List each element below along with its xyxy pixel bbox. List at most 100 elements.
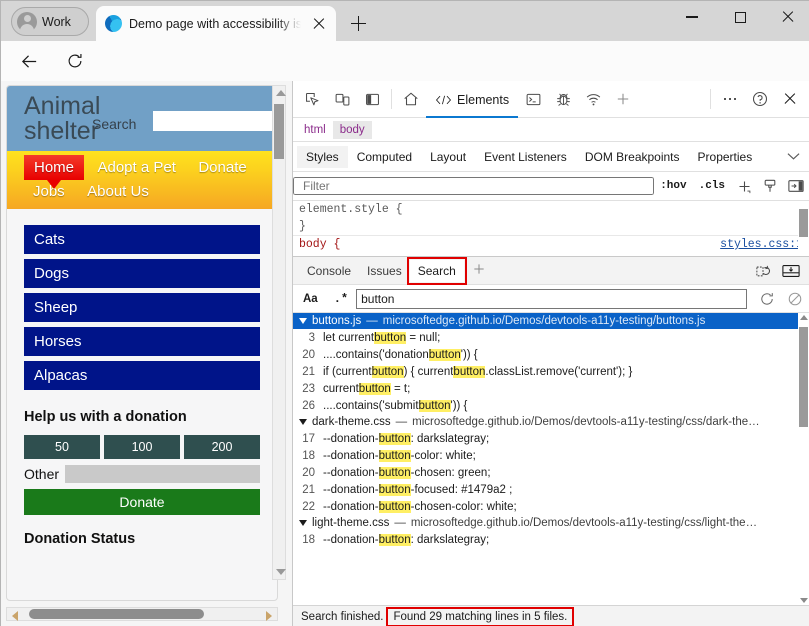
donation-amount-200[interactable]: 200: [184, 435, 260, 459]
device-emulation-button[interactable]: [327, 85, 357, 113]
tab-computed[interactable]: Computed: [348, 146, 421, 168]
breadcrumb-body[interactable]: body: [333, 121, 372, 139]
chevron-down-icon[interactable]: [787, 150, 809, 164]
close-drawer-button[interactable]: [777, 260, 805, 282]
scroll-up-arrow-icon[interactable]: [276, 90, 286, 96]
page-horizontal-scrollbar[interactable]: [6, 607, 278, 621]
drawer-settings-button[interactable]: [749, 260, 777, 282]
search-result-line[interactable]: 17--donation-button: darkslategray;: [293, 430, 809, 447]
search-result-group-header[interactable]: light-theme.css—microsoftedge.github.io/…: [293, 515, 809, 531]
page-horizontal-scrollbar-thumb[interactable]: [29, 609, 204, 619]
drawer-tab-issues[interactable]: Issues: [359, 260, 410, 282]
window-close-button[interactable]: [765, 1, 809, 33]
profile-work-button[interactable]: Work: [11, 7, 89, 36]
drawer-tab-console[interactable]: Console: [299, 260, 359, 282]
search-result-line[interactable]: 23currentbutton = t;: [293, 380, 809, 397]
breadcrumb-html[interactable]: html: [297, 121, 333, 139]
styles-scrollbar[interactable]: [798, 201, 809, 256]
site-nav-donate[interactable]: Donate: [189, 156, 255, 179]
styles-filter-input[interactable]: [293, 177, 654, 195]
tab-debugger-button[interactable]: [548, 85, 578, 113]
caret-down-icon[interactable]: [299, 318, 307, 324]
search-result-line[interactable]: 22--donation-button-chosen-color: white;: [293, 498, 809, 515]
scroll-left-arrow-icon[interactable]: [12, 611, 18, 621]
devtools-close-button[interactable]: [775, 85, 805, 113]
drawer-add-tab-button[interactable]: [464, 258, 494, 283]
scroll-down-arrow-icon[interactable]: [800, 598, 808, 603]
site-search-input[interactable]: [153, 111, 278, 131]
search-results-list[interactable]: buttons.js—microsoftedge.github.io/Demos…: [293, 313, 809, 605]
add-panel-button[interactable]: [608, 85, 638, 113]
search-result-line[interactable]: 21--donation-button-focused: #1479a2 ;: [293, 481, 809, 498]
scroll-down-arrow-icon[interactable]: [276, 569, 286, 575]
search-refresh-button[interactable]: [753, 288, 781, 310]
tab-console-icon-button[interactable]: [518, 85, 548, 113]
match-case-button[interactable]: Aa: [293, 293, 326, 305]
animal-button-horses[interactable]: Horses: [24, 327, 260, 356]
site-nav-home[interactable]: Home: [24, 155, 84, 180]
donation-other-label: Other: [24, 466, 59, 482]
results-scrollbar[interactable]: [798, 313, 809, 605]
site-title: Animal shelter: [24, 94, 102, 144]
new-style-rule-button[interactable]: [731, 174, 757, 198]
caret-down-icon[interactable]: [299, 520, 307, 526]
computed-styles-toggle-button[interactable]: [757, 174, 783, 198]
search-result-line[interactable]: 21if (currentbutton) { currentbutton.cla…: [293, 363, 809, 380]
search-result-line[interactable]: 26....contains('submitbutton')) {: [293, 397, 809, 414]
donation-amount-50[interactable]: 50: [24, 435, 100, 459]
site-nav-about[interactable]: About Us: [78, 180, 158, 203]
dock-side-button[interactable]: [357, 85, 387, 113]
new-tab-button[interactable]: [344, 10, 372, 36]
tab-elements[interactable]: Elements: [426, 84, 518, 118]
devtools-home-button[interactable]: [396, 85, 426, 113]
window-maximize-button[interactable]: [717, 1, 763, 33]
donation-amount-100[interactable]: 100: [104, 435, 180, 459]
tab-event-listeners[interactable]: Event Listeners: [475, 146, 576, 168]
search-result-group-header[interactable]: dark-theme.css—microsoftedge.github.io/D…: [293, 414, 809, 430]
animal-button-sheep[interactable]: Sheep: [24, 293, 260, 322]
page-vertical-scrollbar-thumb[interactable]: [274, 104, 284, 159]
scroll-up-arrow-icon[interactable]: [800, 315, 808, 320]
dock-side-icon: [364, 91, 381, 108]
tab-dom-breakpoints[interactable]: DOM Breakpoints: [576, 146, 689, 168]
hover-state-button[interactable]: :hov: [654, 180, 692, 192]
search-result-line[interactable]: 20....contains('donationbutton')) {: [293, 346, 809, 363]
caret-down-icon[interactable]: [299, 419, 307, 425]
search-result-line[interactable]: 18--donation-button-color: white;: [293, 447, 809, 464]
search-result-line[interactable]: 20--donation-button-chosen: green;: [293, 464, 809, 481]
page-vertical-scrollbar[interactable]: [272, 85, 286, 580]
donate-button[interactable]: Donate: [24, 489, 260, 515]
reload-button[interactable]: [60, 47, 90, 75]
animal-button-dogs[interactable]: Dogs: [24, 259, 260, 288]
body-style-source-link[interactable]: styles.css:1: [720, 238, 803, 251]
search-result-group-header[interactable]: buttons.js—microsoftedge.github.io/Demos…: [293, 313, 809, 329]
drawer-tab-search[interactable]: Search: [410, 260, 464, 282]
plus-icon: [472, 262, 486, 276]
tab-close-button[interactable]: [308, 13, 330, 35]
tab-styles[interactable]: Styles: [297, 146, 348, 168]
site-nav-adopt[interactable]: Adopt a Pet: [88, 156, 184, 179]
tab-properties[interactable]: Properties: [689, 146, 762, 168]
plus-icon: [615, 91, 631, 107]
donation-other-input[interactable]: [65, 465, 260, 483]
browser-tab-active[interactable]: Demo page with accessibility issues: [96, 6, 336, 41]
search-clear-button[interactable]: [781, 288, 809, 310]
devtools-more-button[interactable]: [715, 85, 745, 113]
styles-scrollbar-thumb[interactable]: [799, 209, 808, 237]
toggle-sidebar-button[interactable]: [783, 174, 809, 198]
inspect-element-button[interactable]: [297, 85, 327, 113]
animal-button-cats[interactable]: Cats: [24, 225, 260, 254]
search-result-line[interactable]: 18--donation-button: darkslategray;: [293, 531, 809, 548]
search-result-line[interactable]: 3let currentbutton = null;: [293, 329, 809, 346]
regex-button[interactable]: .*: [326, 292, 356, 306]
animal-button-alpacas[interactable]: Alpacas: [24, 361, 260, 390]
window-minimize-button[interactable]: [669, 1, 715, 33]
tab-layout[interactable]: Layout: [421, 146, 475, 168]
back-button[interactable]: [14, 47, 44, 75]
search-input[interactable]: [356, 289, 747, 309]
tab-network-button[interactable]: [578, 85, 608, 113]
devtools-help-button[interactable]: [745, 85, 775, 113]
results-scrollbar-thumb[interactable]: [799, 327, 808, 427]
scroll-right-arrow-icon[interactable]: [266, 611, 272, 621]
class-toggle-button[interactable]: .cls: [693, 180, 731, 192]
